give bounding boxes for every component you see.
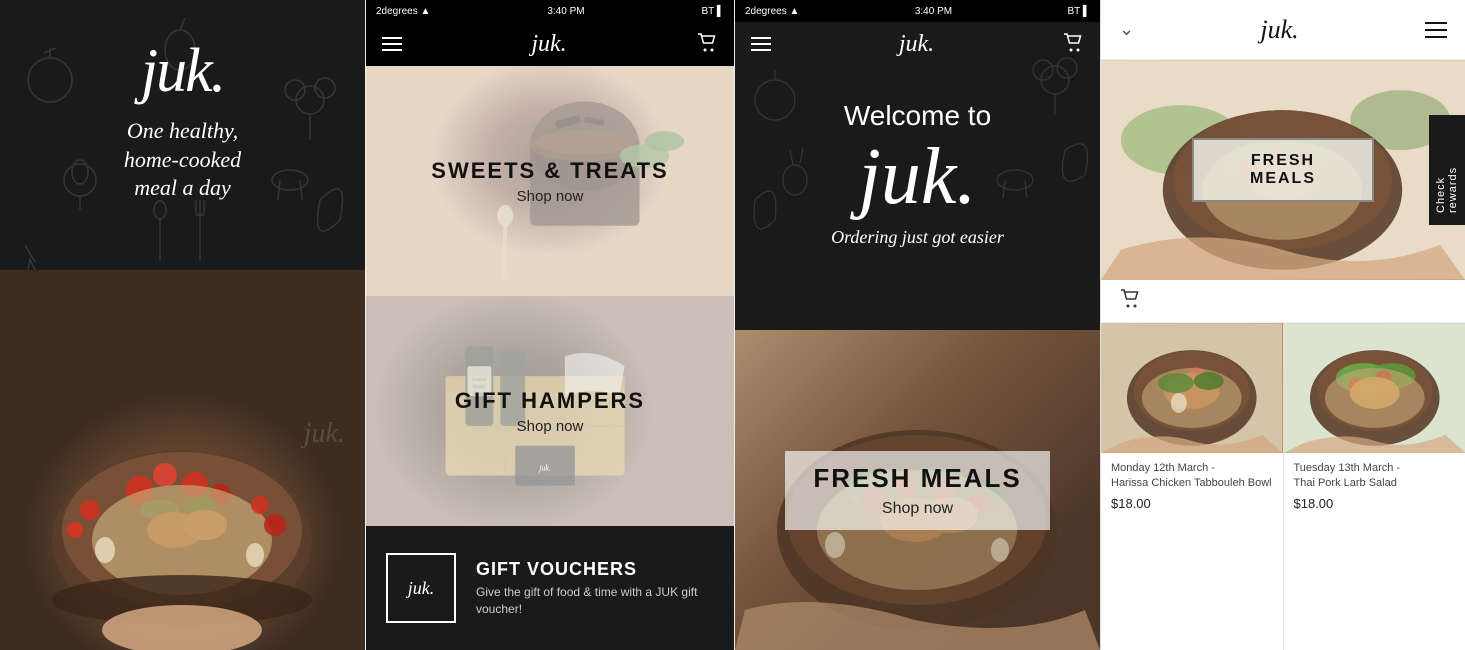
fresh-meals-card[interactable]: FRESH MEALS Shop now (735, 330, 1100, 650)
product-price-2: $18.00 (1294, 496, 1456, 511)
hampers-overlay: GIFT HAMPERS Shop now (366, 296, 734, 526)
product-grid: Monday 12th March - Harissa Chicken Tabb… (1101, 323, 1465, 650)
panel-hero: juk. One healthy, home-cooked meal a day… (0, 0, 365, 650)
product-info-1: Monday 12th March - Harissa Chicken Tabb… (1101, 453, 1283, 519)
brand-logo: juk. (0, 40, 365, 102)
fresh-meals-banner-box[interactable]: FRESH MEALS (1192, 138, 1374, 202)
product-image-2 (1284, 323, 1465, 453)
time-display-p3: 3:40 PM (915, 6, 952, 17)
chevron-down-icon[interactable]: ⌄ (1119, 19, 1134, 40)
voucher-description: Give the gift of food & time with a JUK … (476, 584, 714, 618)
carrier-signal-p3: 2degrees ▲ (745, 6, 799, 17)
fresh-meals-banner-label: FRESH MEALS (1222, 152, 1344, 188)
bowl-svg (0, 270, 365, 650)
hamburger-menu-icon-p3[interactable] (751, 37, 771, 51)
cart-icon-p4[interactable] (1119, 288, 1141, 314)
panel3-status-bar: 2degrees ▲ 3:40 PM BT ▌ (735, 0, 1100, 22)
time-display: 3:40 PM (547, 6, 584, 17)
product-date-2: Tuesday 13th March - Thai Pork Larb Sala… (1294, 461, 1456, 492)
welcome-block: Welcome to juk. Ordering just got easier (735, 100, 1100, 248)
battery-p3: BT ▌ (1068, 6, 1090, 17)
hero-logo-p3: juk. (735, 137, 1100, 217)
panel3-nav-bar: juk. (735, 22, 1100, 66)
voucher-logo: juk. (408, 578, 435, 599)
mobile-nav-bar: juk. (366, 22, 734, 66)
hero-tagline: One healthy, home-cooked meal a day (0, 117, 365, 203)
vouchers-shop-card[interactable]: juk. GIFT VOUCHERS Give the gift of food… (366, 526, 734, 650)
food-bowl-illustration (0, 270, 365, 650)
product-card-2[interactable]: Tuesday 13th March - Thai Pork Larb Sala… (1284, 323, 1465, 650)
cart-row (1101, 280, 1465, 323)
sweets-shop-card[interactable]: SWEETS & TREATS Shop now (366, 66, 734, 296)
hero-text-block: juk. One healthy, home-cooked meal a day (0, 40, 365, 203)
nav-logo: juk. (531, 31, 566, 58)
check-rewards-tab[interactable]: Check rewards (1429, 115, 1465, 225)
cart-icon-p3[interactable] (1062, 32, 1084, 57)
panel-welcome: 2degrees ▲ 3:40 PM BT ▌ juk. Welcome to … (735, 0, 1100, 650)
status-bar: 2degrees ▲ 3:40 PM BT ▌ (366, 0, 734, 22)
product-date-1: Monday 12th March - Harissa Chicken Tabb… (1111, 461, 1273, 492)
product-listing-header: ⌄ juk. (1101, 0, 1465, 60)
shop-content: SWEETS & TREATS Shop now (366, 66, 734, 650)
voucher-logo-box: juk. (386, 553, 456, 623)
hampers-cta: Shop now (517, 418, 584, 435)
welcome-to-text: Welcome to (735, 100, 1100, 132)
header-logo: juk. (1260, 15, 1298, 45)
fresh-meals-section[interactable]: FRESH MEALS Shop now (735, 330, 1100, 650)
panel-product-listing: ⌄ juk. F (1100, 0, 1465, 650)
voucher-title: GIFT VOUCHERS (476, 559, 714, 580)
product-price-1: $18.00 (1111, 496, 1273, 511)
sweets-cta: Shop now (517, 188, 584, 205)
hampers-title: GIFT HAMPERS (455, 388, 645, 414)
fresh-meals-cta: Shop now (813, 500, 1021, 518)
carrier-signal: 2degrees ▲ (376, 6, 430, 17)
nav-logo-p3: juk. (899, 31, 934, 58)
sweets-overlay: SWEETS & TREATS Shop now (366, 66, 734, 296)
voucher-text: GIFT VOUCHERS Give the gift of food & ti… (476, 559, 714, 618)
product-image-1 (1101, 323, 1283, 453)
sweets-title: SWEETS & TREATS (431, 158, 668, 184)
watermark-logo: juk. (304, 418, 345, 450)
fresh-meals-label: FRESH MEALS Shop now (785, 451, 1049, 530)
battery-bluetooth: BT ▌ (702, 6, 724, 17)
ordering-subtitle: Ordering just got easier (735, 227, 1100, 248)
product-card-1[interactable]: Monday 12th March - Harissa Chicken Tabb… (1101, 323, 1283, 650)
hamburger-menu-icon[interactable] (382, 37, 402, 51)
product-info-2: Tuesday 13th March - Thai Pork Larb Sala… (1284, 453, 1465, 519)
fresh-meals-title: FRESH MEALS (813, 463, 1021, 494)
panel-mobile-shop: 2degrees ▲ 3:40 PM BT ▌ juk. (365, 0, 735, 650)
fresh-meals-banner-image: FRESH MEALS Check rewards (1101, 60, 1465, 280)
hamburger-menu-icon-p4[interactable] (1425, 22, 1447, 38)
hampers-shop-card[interactable]: Lemon Honey Ginger juk. GIFT HAMPERS Sho… (366, 296, 734, 526)
cart-icon[interactable] (696, 32, 718, 57)
